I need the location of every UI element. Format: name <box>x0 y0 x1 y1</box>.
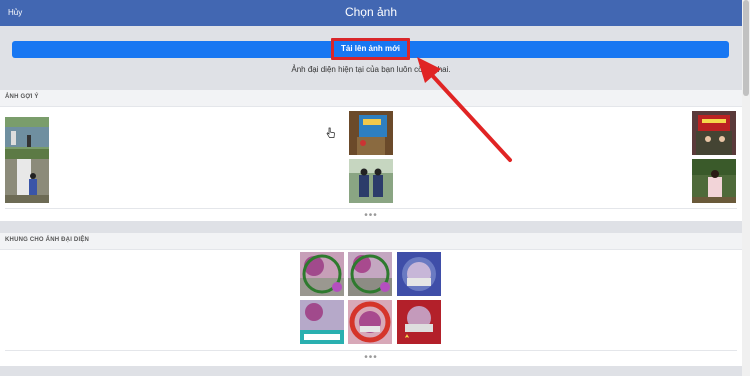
annotation-arrow-icon <box>417 57 512 162</box>
hand-cursor-icon <box>326 127 335 138</box>
